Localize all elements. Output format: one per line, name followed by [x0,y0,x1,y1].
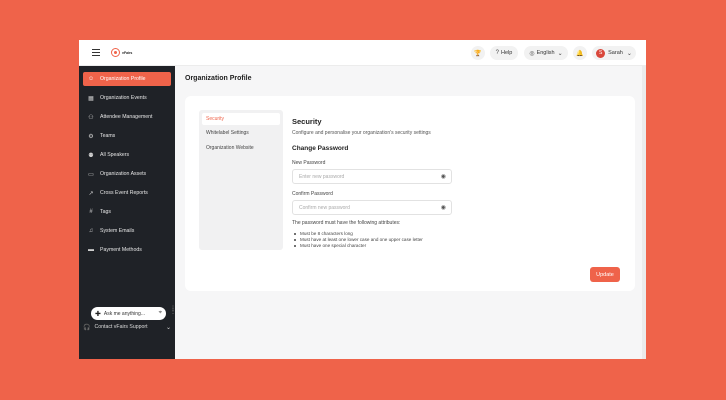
drag-handle-icon[interactable]: ⋮ ⋮ [170,306,176,315]
logo-text: vFairs [122,50,133,55]
eye-icon[interactable]: ◉ [441,173,446,180]
sidebar-item-payment-methods[interactable]: ▬ Payment Methods [83,243,171,257]
subnav-item-security[interactable]: Security [202,113,280,125]
settings-card: Security Whitelabel Settings Organizatio… [185,96,635,291]
sidebar-item-label: All Speakers [100,152,130,158]
sidebar-item-label: Payment Methods [100,247,142,253]
chevron-down-icon: ⌄ [557,50,563,57]
language-label: English [536,50,555,56]
ask-input[interactable]: ✚ Ask me anything... ⌖ [91,307,166,320]
new-password-placeholder: Enter new password [299,173,345,180]
calendar-icon: ▦ [88,95,94,102]
sidebar-item-label: System Emails [100,228,135,234]
new-password-field[interactable]: Enter new password ◉ [292,169,452,184]
user-name: Sarah [608,50,623,56]
eye-icon[interactable]: ◉ [441,204,446,211]
sidebar-item-teams[interactable]: ⚙ Teams [83,129,171,143]
speakers-icon: ⚉ [88,152,94,159]
confirm-password-label: Confirm Password [292,191,333,197]
sidebar-item-organization-events[interactable]: ▦ Organization Events [83,91,171,105]
subnav-item-organization-website[interactable]: Organization Website [202,142,280,154]
users-icon: ⚇ [88,114,94,121]
sidebar-item-label: Organization Events [100,95,147,101]
globe-icon: ◎ [529,50,535,57]
sidebar-item-label: Tags [100,209,111,215]
subnav-item-whitelabel-settings[interactable]: Whitelabel Settings [202,127,280,139]
menu-icon[interactable] [92,49,100,56]
chart-icon: ↗ [88,190,94,197]
teams-icon: ⚙ [88,133,94,140]
change-password-title: Change Password [292,145,349,152]
section-description: Configure and personalise your organizat… [292,130,431,136]
app-window: vFairs 🏆 ? Help ◎ English ⌄ 🔔 S Sarah ⌄ … [79,40,646,359]
contact-support[interactable]: 🎧 Contact vFairs Support ⌄ [83,322,175,332]
user-menu[interactable]: S Sarah ⌄ [592,46,636,60]
update-button[interactable]: Update [590,267,620,282]
confirm-password-field[interactable]: Confirm new password ◉ [292,200,452,215]
password-rules: Must be 8 characters long Must have at l… [292,231,423,249]
sidebar-item-label: Cross Event Reports [100,190,148,196]
ask-placeholder: Ask me anything... [103,310,146,317]
settings-subnav: Security Whitelabel Settings Organizatio… [199,110,283,250]
sidebar-item-label: Attendee Management [100,114,153,120]
bell-icon: ♫ [88,228,94,234]
confirm-password-placeholder: Confirm new password [299,204,350,211]
help-label: Help [501,50,513,56]
sidebar-item-system-emails[interactable]: ♫ System Emails [83,224,171,238]
trophy-button[interactable]: 🏆 [471,46,485,60]
sidebar-item-label: Teams [100,133,116,139]
send-icon[interactable]: ⌖ [159,310,162,317]
scrollbar[interactable] [642,66,646,359]
headset-icon: 🎧 [83,324,91,331]
card-icon: ▬ [88,247,94,253]
sidebar-item-organization-assets[interactable]: ▭ Organization Assets [83,167,171,181]
sidebar-item-organization-profile[interactable]: ☺ Organization Profile [83,72,171,86]
password-rules-title: The password must have the following att… [292,220,401,226]
logo-icon [111,48,120,57]
sidebar-item-label: Organization Profile [100,76,146,82]
chevron-down-icon: ⌄ [165,324,171,331]
section-title: Security [292,117,322,126]
sidebar-item-label: Organization Assets [100,171,147,177]
language-select[interactable]: ◎ English ⌄ [524,46,568,60]
sidebar-item-all-speakers[interactable]: ⚉ All Speakers [83,148,171,162]
bell-icon: 🔔 [576,50,584,57]
notifications-button[interactable]: 🔔 [573,46,587,60]
sidebar-item-attendee-management[interactable]: ⚇ Attendee Management [83,110,171,124]
sidebar: ☺ Organization Profile ▦ Organization Ev… [79,66,176,359]
trophy-icon: 🏆 [474,50,482,57]
list-item: Must have one special character [292,243,423,249]
sidebar-item-cross-event-reports[interactable]: ↗ Cross Event Reports [83,186,171,200]
top-bar: vFairs 🏆 ? Help ◎ English ⌄ 🔔 S Sarah ⌄ [79,40,646,66]
hash-icon: # [89,209,93,215]
help-icon: ? [495,50,500,56]
help-button[interactable]: ? Help [490,46,518,60]
support-label: Contact vFairs Support [94,324,148,330]
chevron-down-icon: ⌄ [626,50,632,57]
folder-icon: ▭ [88,171,94,178]
logo: vFairs [111,48,132,57]
avatar: S [596,48,606,58]
page-title: Organization Profile [185,75,252,82]
plus-icon: ✚ [95,310,101,318]
user-icon: ☺ [88,76,95,82]
sidebar-item-tags[interactable]: # Tags [83,205,171,219]
new-password-label: New Password [292,160,326,166]
